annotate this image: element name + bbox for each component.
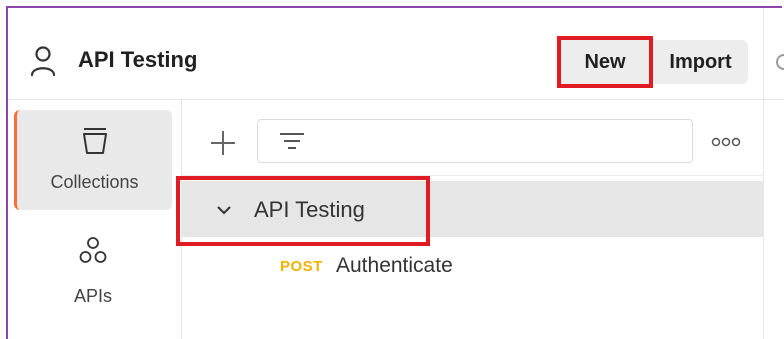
filter-search-box[interactable] [257,119,693,163]
request-item[interactable]: Authenticate [336,253,453,279]
more-options-icon[interactable] [706,132,746,152]
sidebar-item-label: APIs [73,286,112,306]
workspace-title: API Testing [78,47,198,72]
user-icon [30,46,56,77]
import-button[interactable]: Import [653,40,748,84]
sidebar-item-apis[interactable]: APIs [14,226,172,326]
request-method-badge: POST [280,258,323,275]
new-button[interactable]: New [557,36,653,88]
sidebar-item-collections[interactable]: Collections [14,110,172,210]
panel-divider [763,8,764,339]
filter-icon [280,133,304,149]
highlight-box [176,176,430,246]
plus-icon[interactable] [206,126,240,160]
apis-icon [79,237,107,263]
filter-input[interactable] [316,126,680,158]
collections-icon [83,128,107,154]
sidebar-item-label: Collections [50,172,139,192]
